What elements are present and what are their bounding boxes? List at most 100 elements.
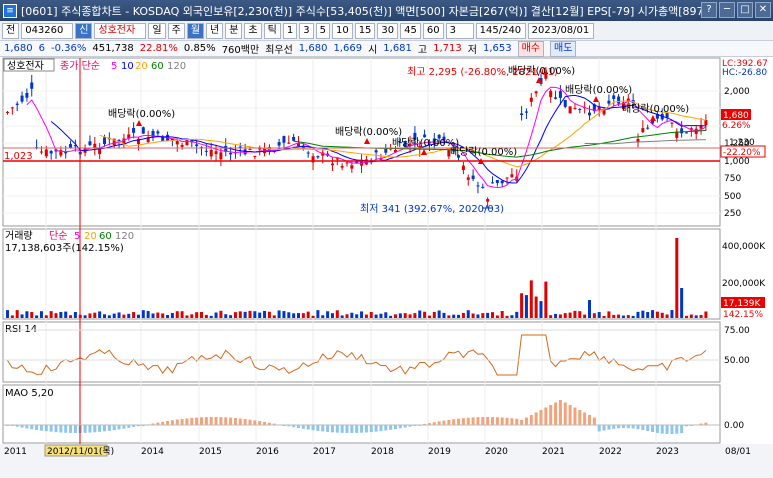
volume-ma-label: 단순 [49,230,67,242]
ma120-label: 120 [167,61,186,72]
x-tick-label: 2020 [485,447,508,457]
x-tick-label: 2011 [4,447,27,457]
volume-title: 거래량 [5,230,33,242]
rsi-ytick-75: 75.00 [724,326,750,336]
x-tick-label: 2018 [371,447,394,457]
x-tick-label: 2021 [542,447,565,457]
interval-45[interactable]: 45 [400,22,421,39]
x-tick-label: 2017 [313,447,336,457]
new-button[interactable]: 신 [75,22,93,39]
price-ytick: 1,000 [724,157,750,167]
ma10-label: 10 [121,61,134,72]
price-panel-title: 성호전자 [7,60,44,72]
x-tick-label: 08/01 [725,447,751,457]
dividend-6: 배당락(0.00%) [565,84,632,96]
price-ytick: 750 [724,174,741,184]
ma20-label: 20 [135,61,148,72]
dividend-5: 배당락(0.00%) [508,65,575,77]
vma5-label: 5 [74,231,80,242]
dividend-1: 배당락(0.00%) [108,108,175,120]
dividend-7: 배당락(0.00%) [622,103,689,115]
date-field[interactable]: 2023/08/01 [527,22,594,39]
price-ma-label: 종가 단순 [60,60,100,72]
interval-15[interactable]: 15 [354,22,376,39]
level-pct-tag: -22.20% [723,148,761,158]
current-price-tag: 1,680 [723,111,749,121]
mao-title: MAO 5,20 [5,388,54,399]
vol-ytick-400k: 400,000K [722,242,766,252]
period-tick[interactable]: 틱 [263,22,281,39]
open-label: 시 [368,45,378,56]
chart-area[interactable]: 성호전자 종가 단순 5 10 20 60 120 1,023 최고 2,295… [0,57,773,478]
vma20-label: 20 [84,231,97,242]
close-icon[interactable]: ✕ [755,2,771,18]
price-ytick: 2,000 [724,87,750,97]
pref-label: 최우선 [265,45,293,56]
turnover: 0.85% [183,43,216,54]
ask-price: 1,680 [298,43,328,54]
period-month[interactable]: 월 [186,22,205,39]
low-annotation: 최저 341 (392.67%, 2020/03) [360,203,504,215]
left-level-label: 1,023 [4,151,33,162]
high-label: 고 [417,45,428,56]
window-controls: ? ─ □ ✕ [701,2,771,18]
vma60-label: 60 [99,231,112,242]
stock-name-field[interactable]: 성호전자 [94,22,147,39]
x-tick-label: 2014 [141,447,164,457]
sell-button[interactable]: 매도 [550,40,577,57]
pct-tag: 6.26% [722,121,751,131]
interval-dropdown[interactable]: 3 [445,22,474,39]
mao-panel[interactable] [2,384,721,444]
x-tick-label: 2019 [428,447,451,457]
open-price: 1,681 [383,43,412,54]
current-price: 1,680 [4,43,33,54]
volume: 451,738 [92,43,134,54]
interval-5[interactable]: 5 [315,22,330,39]
period-day[interactable]: 일 [148,22,166,39]
interval-10[interactable]: 10 [331,22,353,39]
share-label: 760백만 [221,45,260,56]
low-label: 저 [467,45,477,56]
hc-label: HC:-26.80 [722,68,767,78]
low-price: 1,653 [482,43,512,54]
interval-3[interactable]: 3 [299,22,314,39]
vol-ratio: 22.81% [139,43,178,54]
price-ytick: 250 [724,209,741,219]
volume-value: 17,138,603주(142.15%) [5,243,124,254]
dividend-4: 배당락(0.00%) [450,146,517,158]
dividend-2: 배당락(0.00%) [335,126,402,138]
period-second[interactable]: 초 [244,22,262,39]
interval-1[interactable]: 1 [282,22,298,39]
window-title: [0601] 주식종합차트 - KOSDAQ 외국인보유[2,230(천)] 주… [21,4,727,18]
price-panel[interactable] [2,57,721,227]
toolbar: 전 043260 신 성호전자 일 주 월 년 분 초 틱 1 3 5 10 1… [0,21,773,41]
vol-tag: 17,139K [723,299,761,309]
bid-price: 1,669 [333,43,363,54]
buy-button[interactable]: 매수 [517,40,545,57]
high-price: 1,713 [433,43,462,54]
quote-row: 1,680 6 -0.36% 451,738 22.81% 0.85% 760백… [0,40,773,57]
rsi-ytick-50: 50.00 [724,356,750,366]
mao-ytick-0: 0.00 [724,421,744,431]
x-tick-label: 2016 [256,447,279,457]
vol-ytick-200k: 200,000K [722,279,766,289]
period-minute[interactable]: 분 [225,22,243,39]
prev-button[interactable]: 전 [2,22,20,39]
vma120-label: 120 [115,231,134,242]
help-icon[interactable]: ? [701,2,717,18]
change-pct: -0.36% [51,43,87,54]
maximize-icon[interactable]: □ [737,2,753,18]
minimize-icon[interactable]: ─ [719,2,735,18]
interval-60[interactable]: 60 [422,22,444,39]
x-tick-label: 2015 [199,447,222,457]
interval-30[interactable]: 30 [377,22,399,39]
period-week[interactable]: 주 [167,22,185,39]
x-tick-label: 2023 [656,447,679,457]
ma5-label: 5 [111,61,117,72]
title-bar: ≡ [0601] 주식종합차트 - KOSDAQ 외국인보유[2,230(천)]… [0,0,773,21]
period-year[interactable]: 년 [206,22,224,39]
app-icon: ≡ [3,3,17,18]
cursor-date-label: 2012/11/01(목) [47,446,114,457]
stock-code-input[interactable]: 043260 [21,22,74,39]
count-field[interactable]: 145/240 [475,22,526,39]
